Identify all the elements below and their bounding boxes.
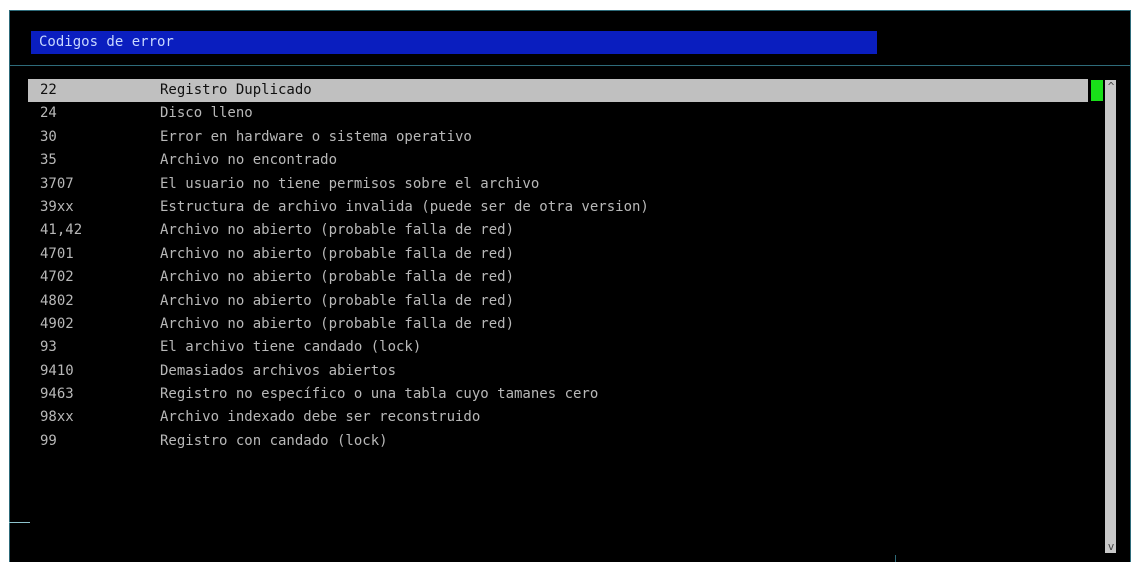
error-code: 4702: [40, 269, 74, 286]
list-item[interactable]: 24 Disco lleno: [28, 102, 1088, 125]
error-description: Registro Duplicado: [160, 82, 312, 98]
error-code: 99: [40, 432, 57, 449]
error-description: El archivo tiene candado (lock): [160, 339, 422, 356]
error-description: Error en hardware o sistema operativo: [160, 128, 472, 145]
error-description: Demasiados archivos abiertos: [160, 362, 397, 379]
title-bar: Codigos de error: [31, 31, 877, 54]
error-description: Archivo indexado debe ser reconstruido: [160, 409, 481, 426]
error-code: 3707: [40, 175, 74, 192]
scrollbar-track[interactable]: [1105, 80, 1116, 553]
error-description: Archivo no abierto (probable falla de re…: [160, 269, 515, 286]
list-item[interactable]: 30 Error en hardware o sistema operativo: [28, 126, 1088, 149]
error-description: El usuario no tiene permisos sobre el ar…: [160, 175, 540, 192]
error-description: Estructura de archivo invalida (puede se…: [160, 198, 649, 215]
list-item[interactable]: 35 Archivo no encontrado: [28, 149, 1088, 172]
error-code-list: 22 Registro Duplicado 24 Disco lleno 30 Error…: [28, 79, 1088, 453]
list-item[interactable]: 93 El archivo tiene candado (lock): [28, 336, 1088, 359]
header-divider: [9, 65, 1131, 66]
frame-bottom-tick: [895, 555, 896, 562]
error-code: 4902: [40, 315, 74, 332]
error-code: 30: [40, 128, 57, 145]
error-code: 98xx: [40, 409, 74, 426]
error-description: Disco lleno: [160, 105, 253, 122]
list-item[interactable]: 39xx Estructura de archivo invalida (pued…: [28, 196, 1088, 219]
list-item[interactable]: 4802 Archivo no abierto (probable falla d…: [28, 290, 1088, 313]
frame-left-tick: [9, 522, 30, 523]
error-code: 39xx: [40, 198, 74, 215]
error-description: Archivo no abierto (probable falla de re…: [160, 245, 515, 262]
error-description: Archivo no abierto (probable falla de re…: [160, 315, 515, 332]
error-code: 9410: [40, 362, 74, 379]
error-description: Registro no específico o una tabla cuyo …: [160, 386, 599, 403]
error-description: Archivo no abierto (probable falla de re…: [160, 292, 515, 309]
list-item[interactable]: 22 Registro Duplicado: [28, 79, 1088, 103]
list-item[interactable]: 9463 Registro no específico o una tabla c…: [28, 383, 1088, 406]
list-item[interactable]: 4902 Archivo no abierto (probable falla d…: [28, 313, 1088, 336]
scroll-up-arrow-icon[interactable]: ^: [1106, 80, 1116, 94]
error-code: 93: [40, 339, 57, 356]
error-code: 4802: [40, 292, 74, 309]
error-code: 35: [40, 152, 57, 169]
error-code: 4701: [40, 245, 74, 262]
error-description: Archivo no encontrado: [160, 152, 338, 169]
list-item[interactable]: 4702 Archivo no abierto (probable falla d…: [28, 266, 1088, 289]
list-item[interactable]: 98xx Archivo indexado debe ser reconstrui…: [28, 406, 1088, 429]
list-item[interactable]: 99 Registro con candado (lock): [28, 430, 1088, 453]
error-code: 22: [40, 82, 57, 98]
list-item[interactable]: 3707 El usuario no tiene permisos sobre e…: [28, 173, 1088, 196]
scroll-down-arrow-icon[interactable]: v: [1106, 540, 1116, 554]
error-code: 41,42: [40, 222, 83, 239]
error-code: 24: [40, 105, 57, 122]
error-description: Archivo no abierto (probable falla de re…: [160, 222, 515, 239]
list-item[interactable]: 41,42 Archivo no abierto (probable falla …: [28, 219, 1088, 242]
list-item[interactable]: 4701 Archivo no abierto (probable falla d…: [28, 243, 1088, 266]
list-item[interactable]: 9410 Demasiados archivos abiertos: [28, 360, 1088, 383]
error-code: 9463: [40, 386, 74, 403]
scroll-position-marker[interactable]: [1091, 80, 1103, 101]
error-description: Registro con candado (lock): [160, 432, 388, 449]
